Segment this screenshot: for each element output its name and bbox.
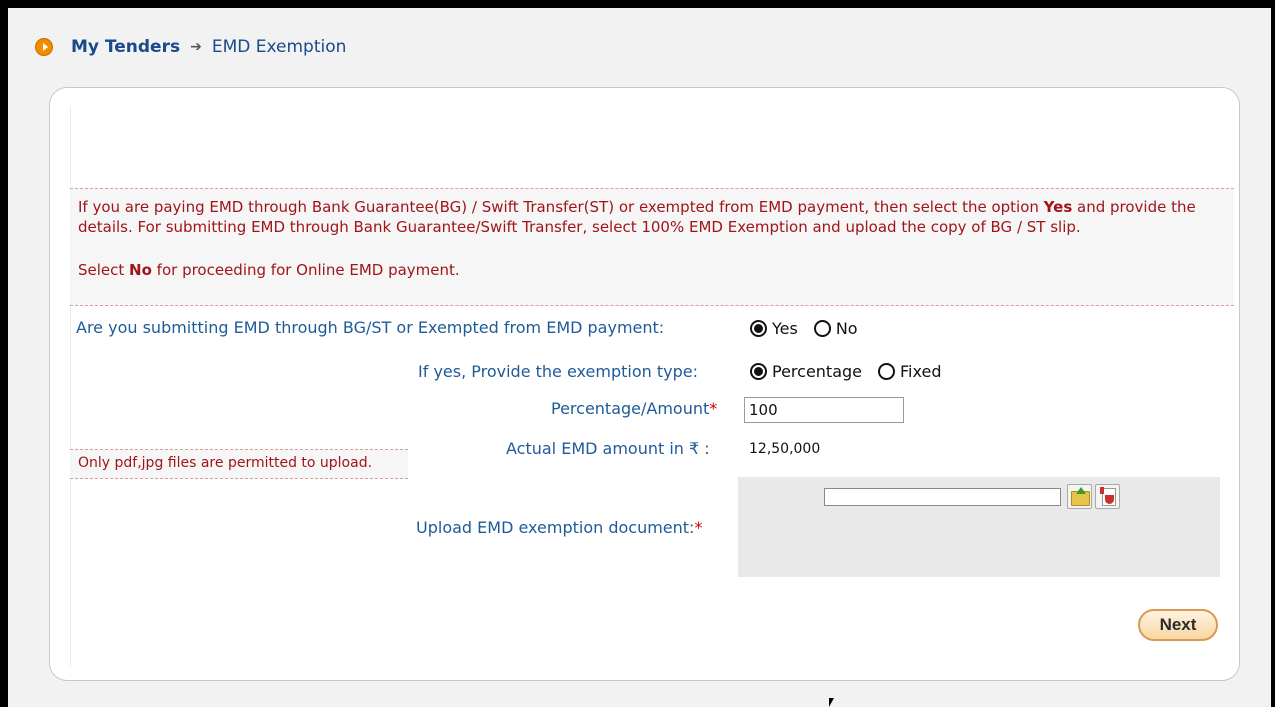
amount-input[interactable] xyxy=(744,397,904,423)
breadcrumb-current: EMD Exemption xyxy=(211,37,347,57)
no-radio-label[interactable]: No xyxy=(836,319,858,338)
arrow-circle-icon xyxy=(35,38,53,56)
actual-amount-value: 12,50,000 xyxy=(749,441,821,457)
upload-label: Upload EMD exemption document:* xyxy=(416,518,703,537)
remove-document-icon[interactable] xyxy=(1095,484,1120,509)
fixed-radio[interactable] xyxy=(878,363,896,380)
page: My Tenders ➔ EMD Exemption If you are pa… xyxy=(8,8,1271,707)
percentage-radio[interactable] xyxy=(750,363,767,380)
upload-folder-icon[interactable] xyxy=(1067,484,1092,509)
no-radio[interactable] xyxy=(813,320,831,337)
breadcrumb-my-tenders[interactable]: My Tenders xyxy=(71,37,180,57)
exemption-type-label: If yes, Provide the exemption type: xyxy=(418,362,698,381)
file-path-input[interactable] xyxy=(824,488,1061,506)
yes-radio-label[interactable]: Yes xyxy=(772,319,798,338)
breadcrumb-separator-icon: ➔ xyxy=(190,39,202,55)
exemption-type-radio-group: Percentage Fixed xyxy=(750,362,957,381)
fixed-radio-label[interactable]: Fixed xyxy=(900,362,941,381)
actual-amount-label: Actual EMD amount in ₹ : xyxy=(506,439,710,458)
file-type-note: Only pdf,jpg files are permitted to uplo… xyxy=(70,449,408,479)
mouse-cursor-icon xyxy=(829,698,834,707)
next-button[interactable]: Next xyxy=(1138,609,1218,641)
emd-choice-radio-group: Yes No xyxy=(750,319,874,338)
breadcrumb: My Tenders ➔ EMD Exemption xyxy=(35,36,346,58)
yes-radio[interactable] xyxy=(750,320,767,337)
amount-label: Percentage/Amount* xyxy=(551,399,718,418)
question-label: Are you submitting EMD through BG/ST or … xyxy=(76,318,665,337)
instruction-notice: If you are paying EMD through Bank Guara… xyxy=(70,188,1234,306)
upload-area xyxy=(738,477,1220,577)
percentage-radio-label[interactable]: Percentage xyxy=(772,362,862,381)
form-inner: If you are paying EMD through Bank Guara… xyxy=(70,106,1234,666)
form-panel: If you are paying EMD through Bank Guara… xyxy=(49,87,1240,681)
